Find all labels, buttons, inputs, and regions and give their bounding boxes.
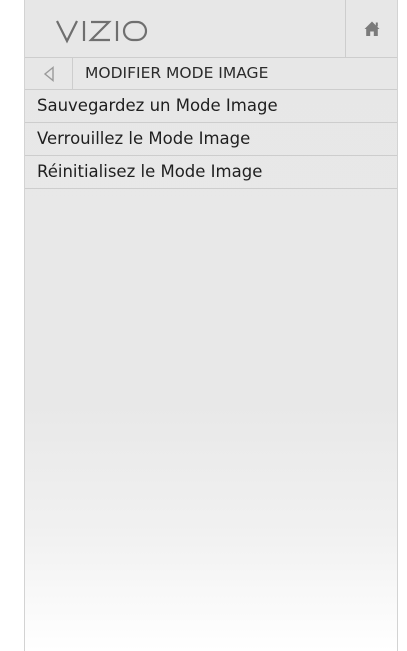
settings-panel: MODIFIER MODE IMAGE Sauvegardez un Mode … <box>24 0 398 651</box>
menu-item-save-picture-mode[interactable]: Sauvegardez un Mode Image <box>25 90 397 123</box>
panel-header <box>25 0 397 58</box>
menu-title-bar: MODIFIER MODE IMAGE <box>25 58 397 90</box>
menu-item-lock-picture-mode[interactable]: Verrouillez le Mode Image <box>25 123 397 156</box>
back-arrow-icon <box>43 65 54 82</box>
menu-title: MODIFIER MODE IMAGE <box>85 64 269 82</box>
back-button[interactable] <box>25 58 73 89</box>
vizio-logo <box>56 20 148 44</box>
menu-list: Sauvegardez un Mode Image Verrouillez le… <box>25 90 397 189</box>
home-button[interactable] <box>345 0 397 57</box>
home-icon <box>364 21 379 36</box>
menu-item-reset-picture-mode[interactable]: Réinitialisez le Mode Image <box>25 156 397 189</box>
